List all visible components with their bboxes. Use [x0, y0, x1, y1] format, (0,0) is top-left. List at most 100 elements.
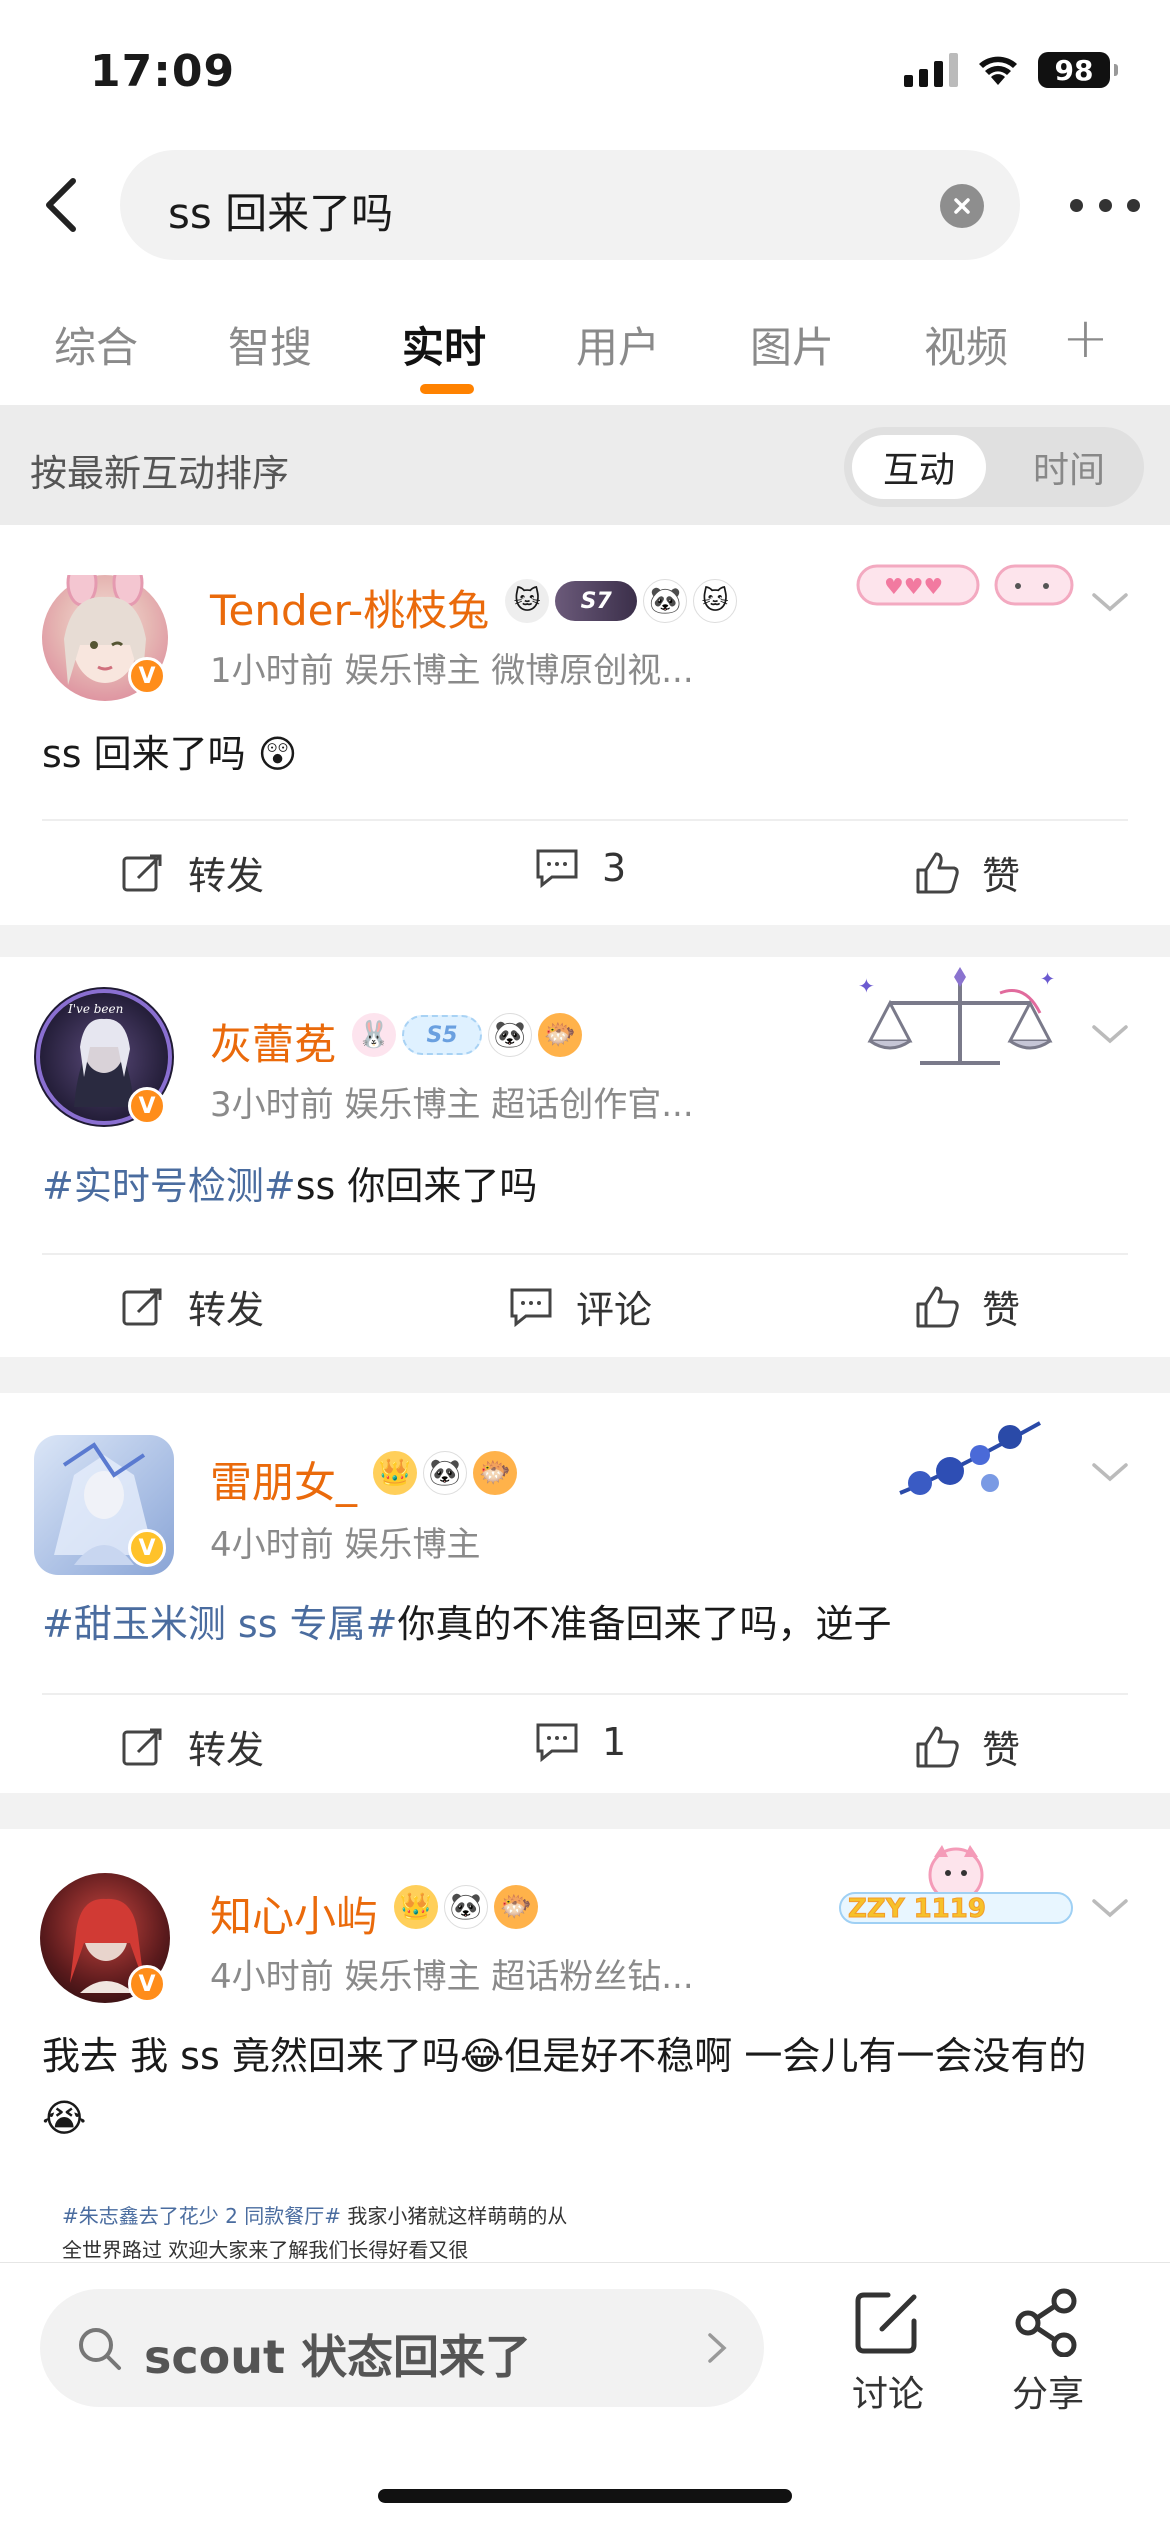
like-button[interactable]: 赞: [914, 1719, 1020, 1774]
chevron-right-icon: [708, 2333, 727, 2363]
post-card[interactable]: V 知心小屿 👑 🐼 🐡 ZZY 1119 4小时前 娱乐博主 超话粉丝钻...…: [0, 1829, 1170, 2262]
user-badges: 🐰 S5 🐼 🐡: [352, 1013, 583, 1057]
comment-label: 评论: [576, 1288, 653, 1332]
like-label: 赞: [982, 1728, 1021, 1772]
edit-icon: [855, 2292, 917, 2354]
post-text[interactable]: #甜玉米测 ss 专属#你真的不准备回来了吗，逆子: [42, 1593, 1120, 1655]
post-card[interactable]: V 雷朋女_ 👑 🐼 🐡 4小时前 娱乐博主 #甜玉米测 ss 专属#你真的不准…: [0, 1393, 1170, 1793]
post-text[interactable]: #实时号检测#ss 你回来了吗: [42, 1155, 1120, 1217]
add-tab-icon[interactable]: +: [1062, 306, 1109, 371]
search-input[interactable]: ss 回来了吗: [120, 150, 1020, 260]
divider: [42, 1693, 1128, 1695]
chevron-down-icon[interactable]: [1090, 1893, 1130, 1923]
flower-decoration-icon: [890, 1413, 1050, 1517]
tab-users[interactable]: 用户: [576, 314, 660, 375]
svg-text:✦: ✦: [1040, 969, 1055, 990]
status-icons: 98: [904, 52, 1118, 88]
svg-text:♥♥♥: ♥♥♥: [884, 575, 943, 600]
tab-realtime[interactable]: 实时: [402, 314, 486, 375]
repost-icon: [122, 1288, 162, 1325]
libra-decoration-icon: ✦ ✦: [850, 963, 1070, 1087]
back-button[interactable]: [26, 170, 96, 240]
post-username[interactable]: 雷朋女_: [210, 1449, 357, 1510]
card-decoration-icon: ♥♥♥: [856, 560, 1076, 614]
sort-option-time[interactable]: 时间: [1002, 435, 1136, 499]
repost-icon: [122, 1728, 162, 1765]
post-text[interactable]: 我去 我 ss 竟然回来了吗😂但是好不稳啊 一会儿有一会没有的😭: [42, 2025, 1122, 2149]
user-badges: 👑 🐼 🐡: [373, 1451, 518, 1495]
comment-button[interactable]: 3: [534, 845, 626, 891]
preview-hashtag[interactable]: #朱志鑫去了花少 2 同款餐厅#: [62, 2204, 341, 2228]
share-button[interactable]: 分享: [988, 2287, 1108, 2417]
sort-label: 按最新互动排序: [30, 452, 289, 495]
panda-badge-icon: 🐼: [444, 1885, 489, 1929]
bottom-bar: scout 状态回来了 讨论 分享: [0, 2262, 1170, 2532]
post-username[interactable]: Tender-桃枝兔: [210, 577, 489, 638]
chevron-down-icon[interactable]: [1090, 1019, 1130, 1049]
comment-count: 3: [602, 846, 627, 890]
search-suggestion-text[interactable]: scout 状态回来了: [144, 2321, 531, 2387]
dot-icon: [1098, 198, 1112, 212]
like-label: 赞: [982, 1288, 1021, 1332]
repost-button[interactable]: 转发: [120, 1719, 264, 1774]
clear-search-button[interactable]: [940, 184, 984, 228]
surprised-emoji-icon: 😲: [257, 732, 298, 776]
suggested-search-input[interactable]: scout 状态回来了: [40, 2289, 764, 2407]
search-query[interactable]: ss 回来了吗: [168, 180, 393, 241]
repost-button[interactable]: 转发: [120, 845, 264, 900]
post-card[interactable]: I've been V 灰蕾莬 🐰 S5 🐼 🐡 ✦ ✦ 3小时前 娱乐博主 超…: [0, 957, 1170, 1357]
character-badge-icon: 🐰: [352, 1013, 397, 1057]
chevron-down-icon[interactable]: [1090, 1457, 1130, 1487]
status-time: 17:09: [90, 46, 236, 97]
repost-button[interactable]: 转发: [120, 1279, 264, 1334]
tab-videos[interactable]: 视频: [924, 314, 1008, 375]
close-icon: [954, 198, 970, 214]
repost-label: 转发: [188, 1728, 265, 1772]
like-button[interactable]: 赞: [914, 1279, 1020, 1334]
panda-badge-icon: 🐼: [488, 1013, 533, 1057]
verified-badge-icon: V: [128, 1965, 166, 2003]
status-bar: 17:09 98: [0, 0, 1170, 140]
post-username[interactable]: 灰蕾莬: [210, 1011, 336, 1072]
discuss-button[interactable]: 讨论: [828, 2287, 948, 2417]
verified-badge-icon: V: [128, 1529, 166, 1567]
wifi-icon: [979, 56, 1017, 85]
dot-icon: [1127, 198, 1140, 212]
tab-images[interactable]: 图片: [750, 314, 834, 375]
chevron-down-icon[interactable]: [1090, 587, 1130, 617]
level-badge: S5: [402, 1015, 483, 1055]
sort-option-interaction[interactable]: 互动: [852, 435, 986, 499]
home-indicator: [378, 2489, 792, 2503]
comment-button[interactable]: 评论: [508, 1279, 652, 1334]
fish-badge-icon: 🐡: [494, 1885, 539, 1929]
dot-icon: [1070, 198, 1083, 212]
crown-badge-icon: 👑: [394, 1885, 439, 1929]
post-username[interactable]: 知心小屿: [210, 1883, 378, 1944]
more-options-button[interactable]: [1070, 190, 1140, 220]
decoration-text: ZZY 1119: [848, 1894, 986, 1924]
sort-toggle[interactable]: 互动 时间: [844, 427, 1144, 507]
divider: [42, 819, 1128, 821]
crown-badge-icon: 👑: [373, 1451, 418, 1495]
verified-badge-icon: V: [128, 657, 166, 695]
panda-badge-icon: 🐼: [643, 579, 688, 623]
post-card[interactable]: V Tender-桃枝兔 🐱 S7 🐼 🐱 ♥♥♥ 1小时前 娱乐博主 微博原创…: [0, 525, 1170, 925]
embedded-preview[interactable]: #朱志鑫去了花少 2 同款餐厅# 我家小猪就这样萌萌的从全世界路过 欢迎大家来了…: [62, 2199, 582, 2267]
comment-button[interactable]: 1: [534, 1719, 626, 1765]
verified-badge-icon: V: [128, 1087, 166, 1125]
search-header: ss 回来了吗: [0, 140, 1170, 270]
thumbs-up-icon: [916, 1286, 959, 1327]
post-body: ss 你回来了吗: [295, 1164, 538, 1208]
tab-comprehensive[interactable]: 综合: [54, 314, 138, 375]
post-text[interactable]: ss 回来了吗 😲: [42, 723, 1120, 785]
post-hashtag[interactable]: #甜玉米测 ss 专属#: [42, 1602, 397, 1646]
search-tabs: 综合 智搜 实时 用户 图片 视频 +: [0, 270, 1170, 405]
cellular-signal-icon: [904, 53, 958, 87]
tab-smart-search[interactable]: 智搜: [228, 314, 312, 375]
post-hashtag[interactable]: #实时号检测#: [42, 1164, 296, 1208]
comment-icon: [510, 1288, 552, 1327]
share-icon: [1015, 2288, 1077, 2357]
thumbs-up-icon: [916, 1726, 959, 1767]
active-tab-indicator: [420, 384, 474, 394]
like-button[interactable]: 赞: [914, 845, 1020, 900]
